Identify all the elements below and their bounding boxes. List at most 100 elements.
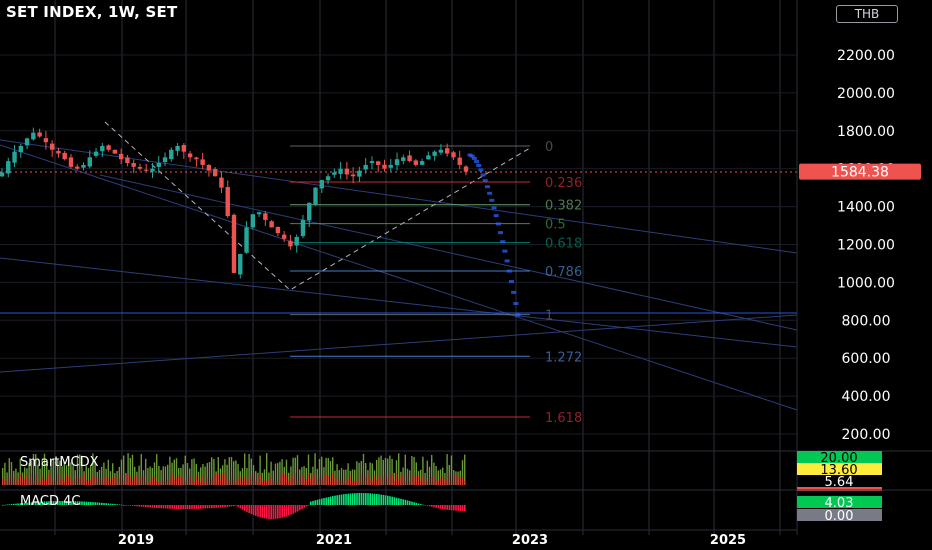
- macd-bar: [404, 499, 407, 505]
- macd-bar: [250, 505, 253, 515]
- mcdx-bar-red: [32, 478, 35, 485]
- macd-bar: [356, 493, 358, 505]
- macd-bar: [8, 504, 11, 505]
- macd-bar: [6, 504, 8, 506]
- macd-bar: [371, 493, 374, 505]
- macd-bar: [274, 505, 277, 519]
- mcdx-bar-red: [382, 476, 384, 485]
- fib-label: 1.272: [545, 350, 582, 365]
- projection-dot: [511, 290, 517, 294]
- mcdx-bar-red: [365, 476, 367, 485]
- mcdx-bar-red: [413, 477, 415, 485]
- mcdx-bar-red: [239, 477, 241, 485]
- mcdx-bar-red: [409, 480, 411, 485]
- macd-bar: [409, 501, 411, 505]
- mcdx-bar-red: [426, 480, 428, 485]
- mcdx-bar-red: [389, 475, 391, 485]
- mcdx-bar-red: [217, 473, 219, 485]
- macd-bar: [391, 496, 393, 505]
- macd-bar: [281, 505, 283, 518]
- candle-body: [225, 187, 230, 217]
- macd-bar: [169, 505, 171, 509]
- candle-body: [62, 152, 67, 160]
- macd-bar: [134, 505, 136, 507]
- mcdx-bar-red: [164, 481, 167, 485]
- mcdx-bar-red: [400, 474, 402, 485]
- macd-bar: [127, 505, 129, 506]
- mcdx-bar-red: [391, 473, 393, 485]
- candle-body: [357, 170, 362, 177]
- candle-body: [18, 145, 24, 152]
- candle-body: [344, 168, 350, 175]
- macd-bar: [406, 500, 409, 505]
- macd-bar: [290, 505, 292, 515]
- candle-body: [325, 176, 331, 181]
- mcdx-bar-red: [59, 478, 61, 485]
- macd-bar: [263, 505, 266, 519]
- candle-body: [31, 132, 36, 140]
- candle-body: [219, 177, 224, 188]
- mcdx-bar-red: [178, 474, 180, 485]
- mcdx-bar-red: [417, 475, 420, 485]
- price-chart[interactable]: 0 0.236 0.382 0.5 0.618 0.786 1 1.272 1.618 200.…: [0, 0, 932, 550]
- candle-body: [194, 157, 199, 160]
- candle-body: [294, 236, 299, 246]
- candle-body: [376, 161, 381, 165]
- macd-bar: [382, 494, 385, 505]
- mcdx-bar-red: [439, 478, 442, 485]
- mcdx-bar-red: [398, 479, 400, 485]
- candle-body: [169, 149, 174, 160]
- mcdx-bar-red: [37, 481, 39, 485]
- mcdx-bar-red: [325, 474, 327, 485]
- candle-body: [100, 145, 105, 152]
- macd-bar: [428, 505, 431, 507]
- mcdx-bar-red: [72, 481, 74, 485]
- candle-body: [350, 174, 356, 177]
- mcdx-bar-red: [369, 479, 371, 485]
- macd-bar: [83, 501, 85, 505]
- macd-bar: [233, 505, 235, 507]
- mcdx-bar-red: [299, 475, 301, 485]
- macd-bar: [219, 505, 222, 508]
- mcdx-bar-red: [8, 477, 10, 485]
- mcdx-bar-red: [266, 481, 268, 485]
- y-tick-label: 2200.00: [837, 48, 895, 64]
- candle-body: [300, 219, 306, 237]
- macd-bar: [431, 505, 433, 507]
- candle-body: [81, 164, 86, 168]
- mcdx-bar-red: [112, 477, 114, 485]
- mcdx-bar-red: [162, 480, 164, 485]
- macd-bar: [180, 505, 182, 509]
- macd-bar: [417, 503, 420, 505]
- mcdx-bar-red: [312, 474, 314, 485]
- macd-bar: [455, 505, 457, 511]
- candle-body: [244, 227, 249, 253]
- mcdx-bar-red: [206, 478, 208, 485]
- macd-bar: [384, 495, 387, 505]
- macd-bar: [255, 505, 257, 516]
- macd-bar: [294, 505, 297, 513]
- macd-bar: [261, 505, 264, 518]
- fib-label: 0.786: [545, 265, 582, 280]
- macd-bar: [237, 505, 239, 508]
- candle-body: [269, 221, 274, 228]
- mcdx-bar-red: [15, 478, 17, 485]
- mcdx-bar-red: [453, 473, 455, 485]
- mcdx-bar-green: [131, 454, 134, 485]
- macd-bar: [230, 505, 233, 507]
- candle-body: [24, 138, 30, 146]
- projection-dot: [515, 313, 521, 317]
- mcdx-bar-red: [116, 481, 118, 485]
- macd-bar: [329, 496, 332, 505]
- y-tick-label: 600.00: [842, 351, 891, 367]
- mcdx-bar-red: [457, 478, 459, 485]
- mcdx-bar-red: [316, 478, 318, 485]
- macd-bar: [270, 505, 272, 519]
- macd-bar: [184, 505, 187, 509]
- mcdx-bar-red: [156, 481, 158, 485]
- projection-dot: [491, 206, 497, 210]
- mcdx-bar-red: [213, 475, 215, 485]
- mcdx-bar-red: [288, 480, 290, 485]
- currency-button[interactable]: THB: [836, 5, 898, 23]
- macd-bar: [87, 501, 90, 505]
